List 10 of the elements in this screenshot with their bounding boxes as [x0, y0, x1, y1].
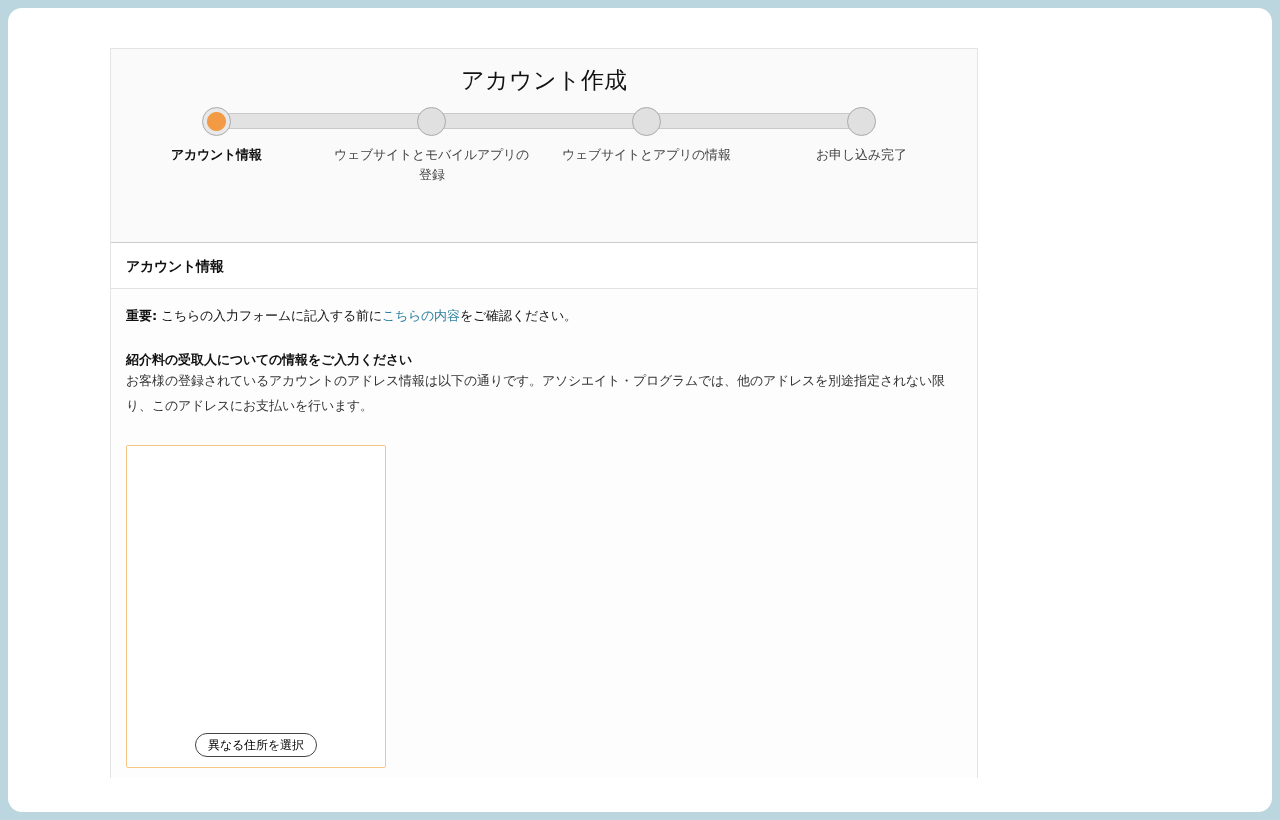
step-label: お申し込み完了 [815, 145, 908, 164]
step-label: アカウント情報 [170, 145, 263, 164]
step-label: ウェブサイトとアプリの情報 [561, 145, 732, 164]
change-address-button[interactable]: 異なる住所を選択 [195, 733, 317, 758]
subheading: 紹介料の受取人についての情報をご入力ください [126, 350, 413, 369]
notice-link[interactable]: こちらの内容 [382, 308, 461, 323]
page-title: アカウント作成 [461, 66, 627, 95]
description-text: お客様の登録されているアカウントのアドレス情報は以下の通りです。アソシエイト・プログラムでは、他のアドレスを別途指定されない限り、このアドレスにお支払いを行います。 [126, 372, 946, 415]
notice-text: 重要: こちらの入力フォームに記入する前にこちらの内容をご確認ください。 [126, 307, 579, 325]
step-label: ウェブサイトとモバイルアプリの登録 [333, 145, 530, 185]
